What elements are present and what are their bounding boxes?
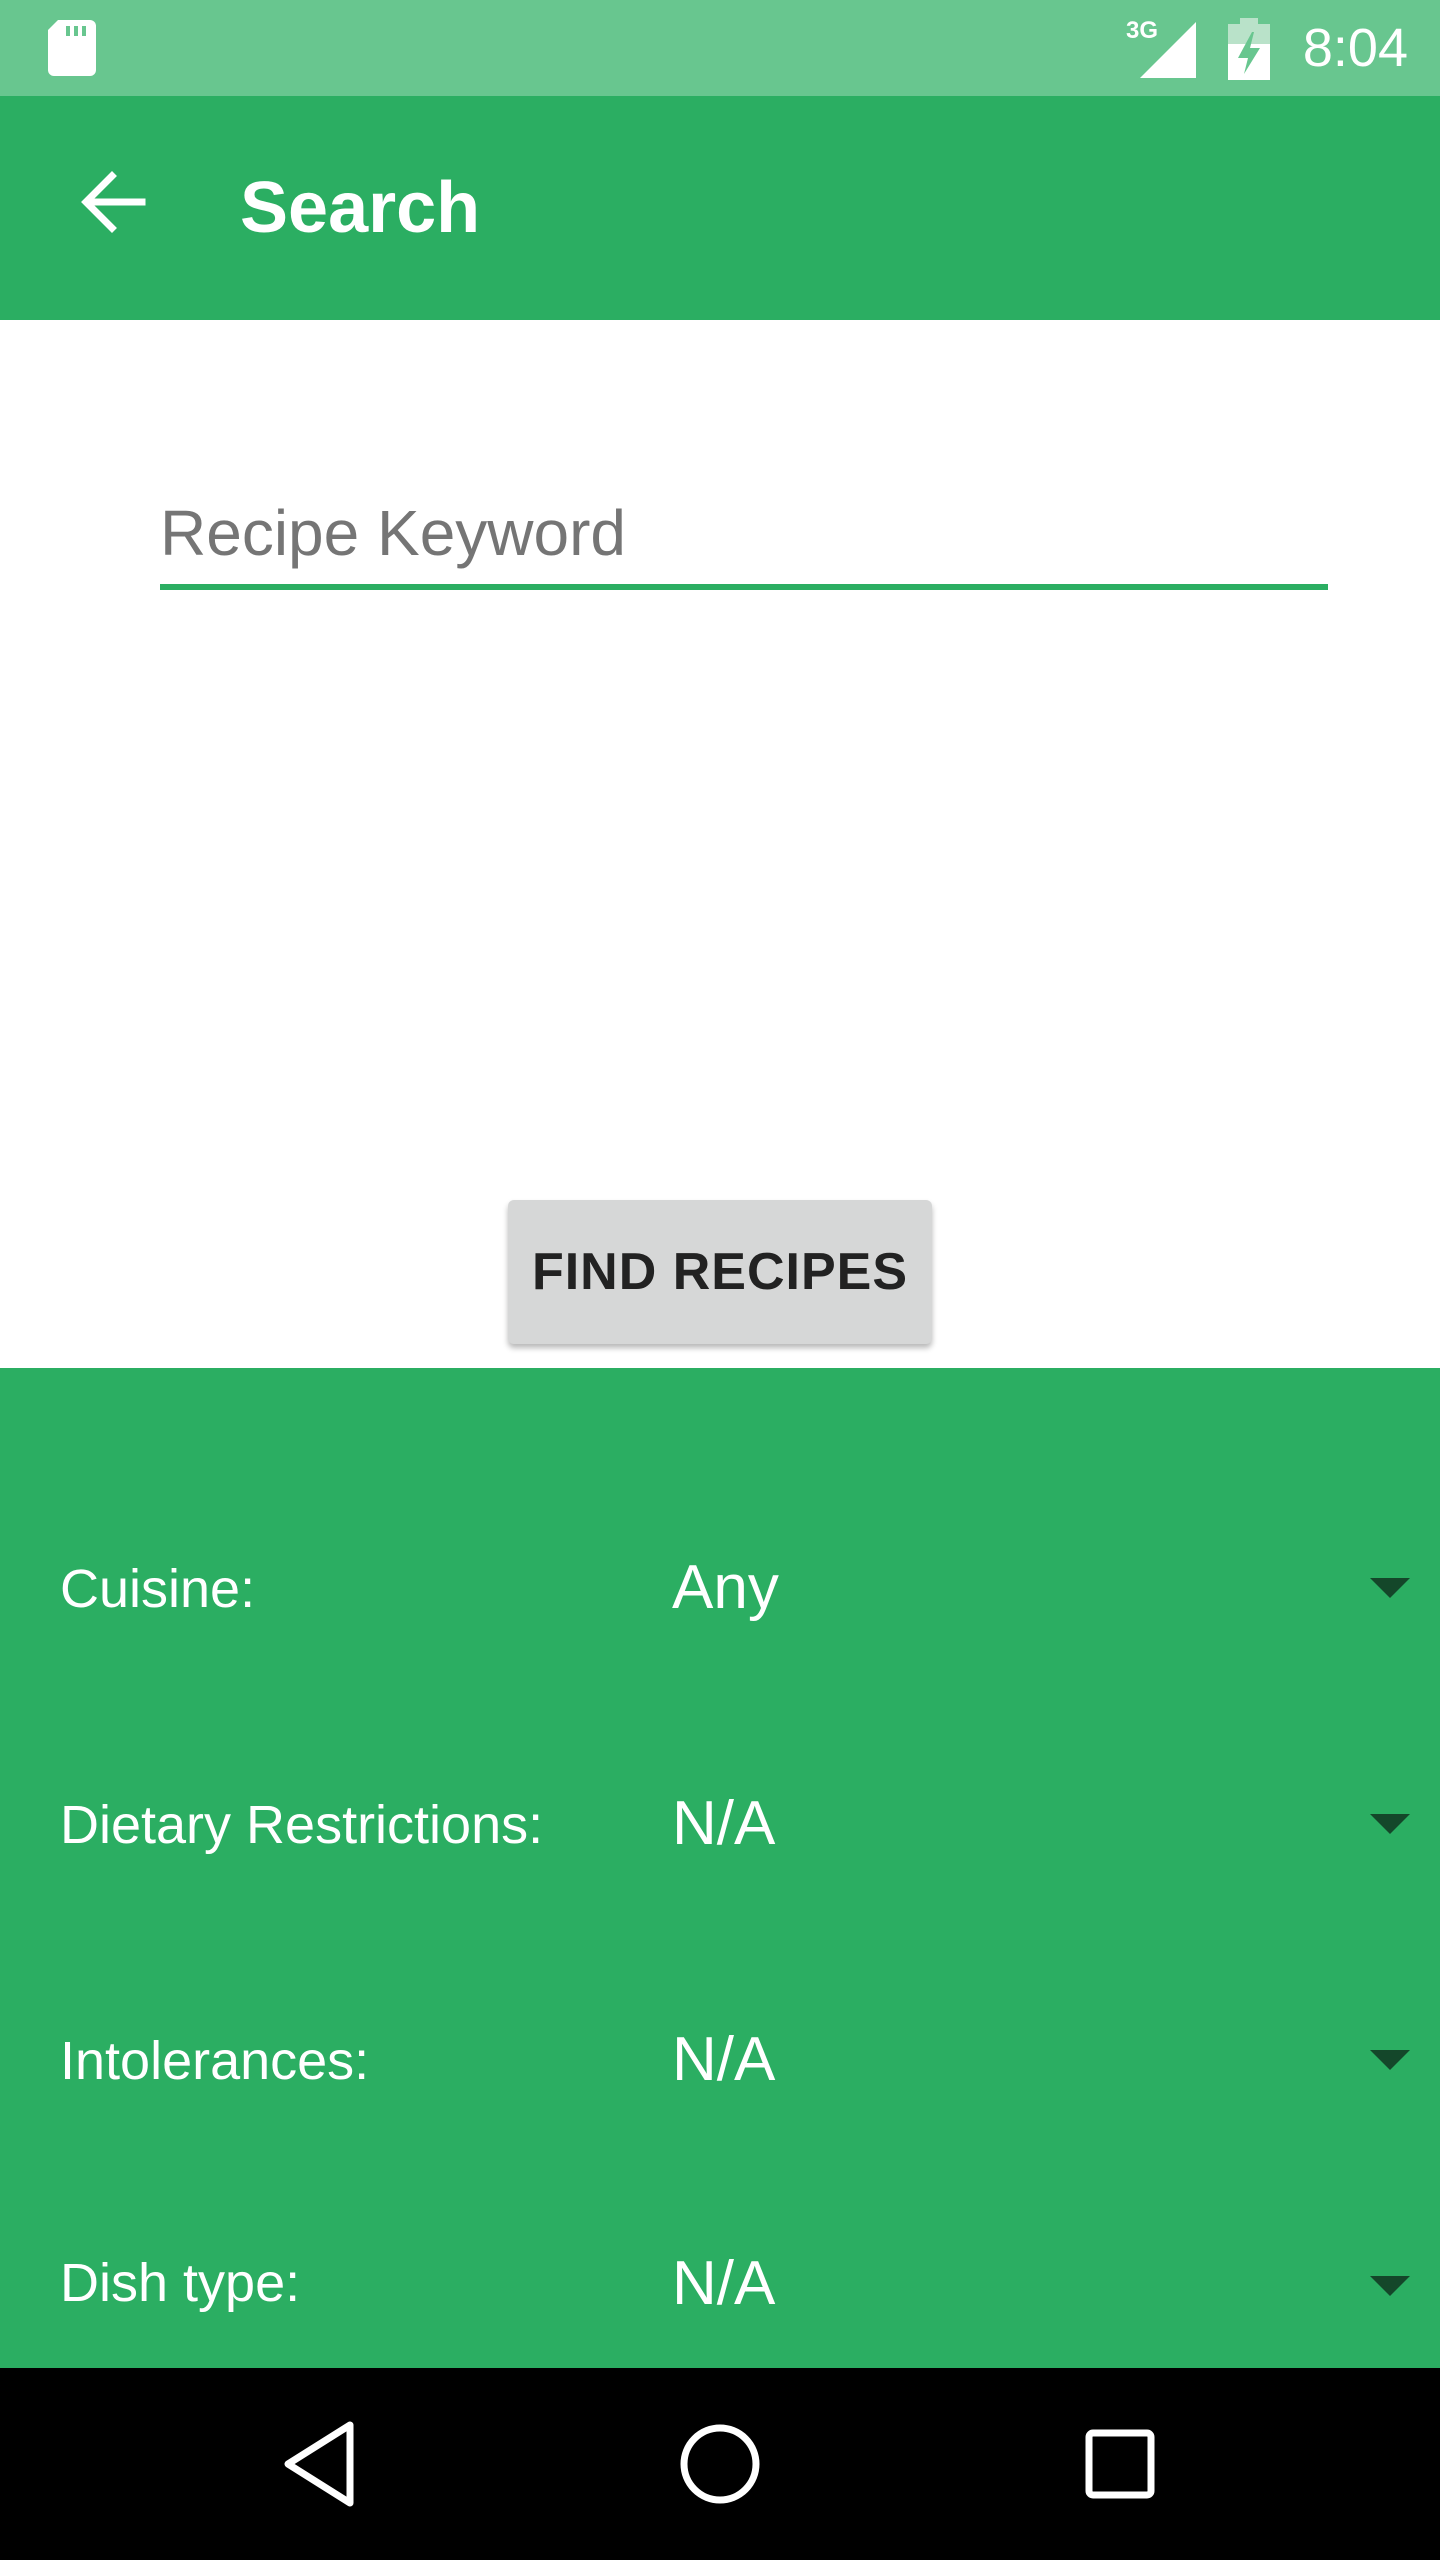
nav-home-button[interactable] [660,2404,780,2524]
dish-type-label: Dish type: [60,2253,301,2313]
search-field-container [160,470,1328,600]
status-bar: 3G 8:04 [0,0,1440,96]
chevron-down-icon [1370,2050,1410,2070]
back-button[interactable] [56,146,168,258]
navigation-bar [0,2368,1440,2560]
arrow-back-icon [81,171,146,233]
status-time: 8:04 [1302,18,1408,78]
network-type-label: 3G [1126,18,1158,44]
recipe-keyword-input[interactable] [160,494,1328,590]
cuisine-label: Cuisine: [60,1559,256,1619]
dietary-restrictions-select[interactable]: N/A [620,1744,1440,1924]
dish-type-select[interactable]: N/A [620,2168,1440,2348]
filter-row-cuisine: Cuisine: Any [0,1508,1440,1708]
intolerances-label: Intolerances: [60,2031,370,2091]
chevron-down-icon [1370,1578,1410,1598]
intolerances-value: N/A [672,2025,776,2094]
home-circle-icon [680,2424,760,2504]
signal-icon: 3G [1126,18,1196,78]
dish-type-value: N/A [672,2249,776,2318]
dietary-restrictions-value: N/A [672,1789,776,1858]
recents-square-icon [1085,2429,1155,2499]
find-recipes-button[interactable]: FIND RECIPES [508,1200,932,1344]
filter-row-intolerances: Intolerances: N/A [0,1980,1440,2180]
nav-recents-button[interactable] [1060,2404,1180,2524]
back-triangle-icon [284,2421,354,2507]
chevron-down-icon [1370,2276,1410,2296]
page-title: Search [240,168,481,248]
filter-row-dish-type: Dish type: N/A [0,2168,1440,2368]
battery-charging-icon [1228,18,1270,80]
intolerances-select[interactable]: N/A [620,1980,1440,2160]
chevron-down-icon [1370,1814,1410,1834]
filter-row-dietary-restrictions: Dietary Restrictions: N/A [0,1744,1440,1944]
screen: 3G 8:04 Search FIND RECIPES Cuisine: Any [0,0,1440,2560]
cuisine-value: Any [672,1553,779,1622]
sd-card-icon [48,20,96,76]
cuisine-select[interactable]: Any [620,1508,1440,1688]
dietary-restrictions-label: Dietary Restrictions: [60,1795,544,1855]
filters-panel: Cuisine: Any Dietary Restrictions: N/A I… [0,1368,1440,2368]
nav-back-button[interactable] [260,2404,380,2524]
app-bar: Search [0,96,1440,320]
